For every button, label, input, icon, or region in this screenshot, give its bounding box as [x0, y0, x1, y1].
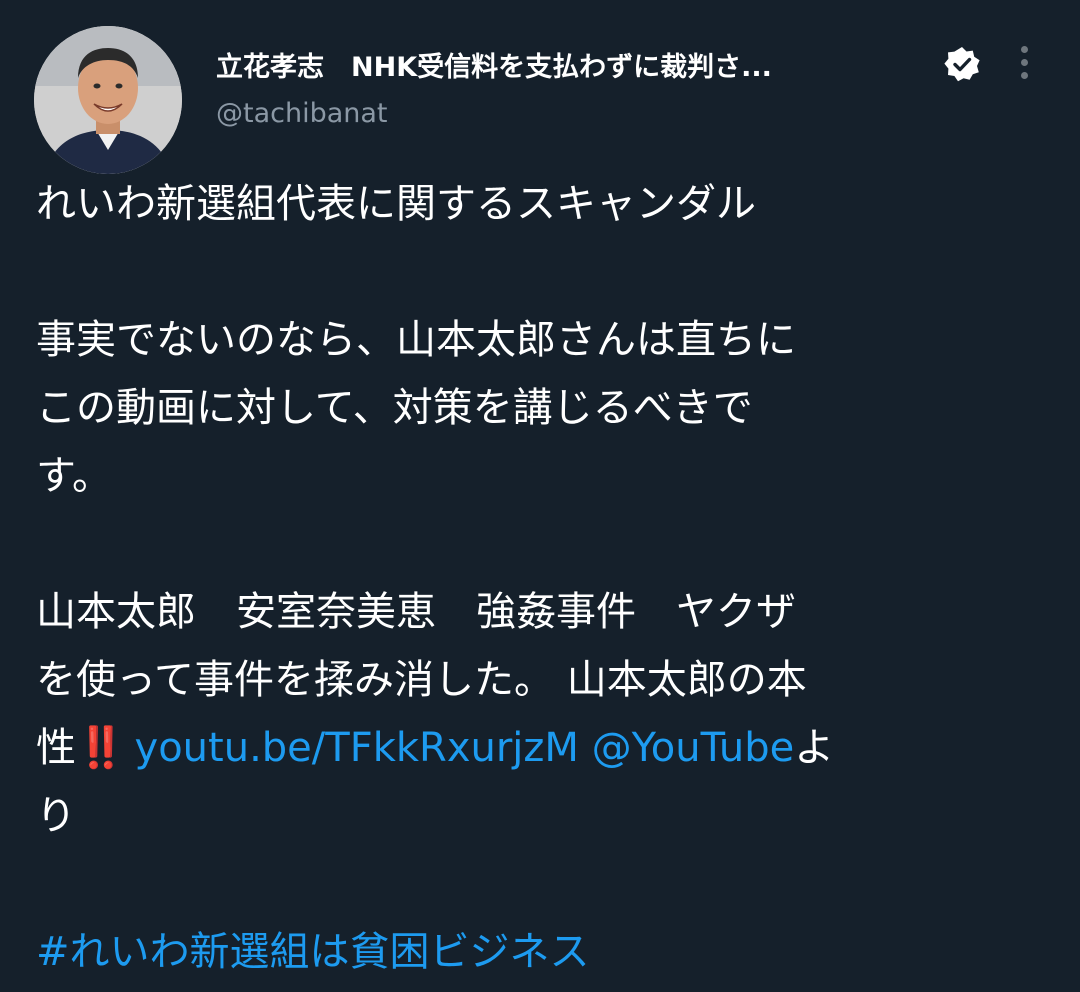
youtube-link[interactable]: youtu.be/TFkkRxurjzM [135, 725, 579, 771]
user-handle[interactable]: @tachibanat [216, 98, 388, 129]
tweet-line: す。 [36, 453, 112, 499]
more-dot [1020, 58, 1028, 66]
display-name[interactable]: 立花孝志 NHK受信料を支払わずに裁判さ... [216, 45, 772, 84]
tweet-text: れいわ新選組代表に関するスキャンダル 事実でないのなら、山本太郎さんは直ちに こ… [36, 170, 1046, 986]
tweet-line: 山本太郎 安室奈美恵 強姦事件 ヤクザ [36, 589, 796, 635]
tweet-line: 事実でないのなら、山本太郎さんは直ちに [36, 317, 796, 363]
avatar[interactable] [34, 26, 182, 174]
more-dot [1020, 45, 1028, 53]
author-line[interactable]: 立花孝志 NHK受信料を支払わずに裁判さ... [216, 44, 936, 84]
tweet-line: れいわ新選組代表に関するスキャンダル [36, 181, 756, 227]
more-options-icon[interactable] [1006, 40, 1042, 84]
tweet-line: この動画に対して、対策を講じるべきで [36, 385, 753, 431]
tweet-text-fragment: 性 [36, 725, 76, 771]
mention-youtube[interactable]: @YouTube [592, 725, 795, 771]
double-exclamation-icon: ‼️ [76, 725, 126, 771]
avatar-image [34, 26, 182, 174]
tweet-line: を使って事件を揉み消した。 山本太郎の本 [36, 657, 807, 703]
hashtag-link[interactable]: #れいわ新選組は貧困ビジネス [36, 918, 1046, 986]
tweet-line-with-link: 性‼️ youtu.be/TFkkRxurjzM @YouTubeよ [36, 714, 1046, 782]
more-dot [1020, 71, 1028, 79]
tweet-text-fragment: よ [794, 725, 835, 771]
verified-badge-icon [942, 44, 982, 84]
tweet[interactable]: 立花孝志 NHK受信料を支払わずに裁判さ... @tachibanat れいわ新… [0, 0, 1080, 992]
tweet-line: り [36, 793, 76, 839]
